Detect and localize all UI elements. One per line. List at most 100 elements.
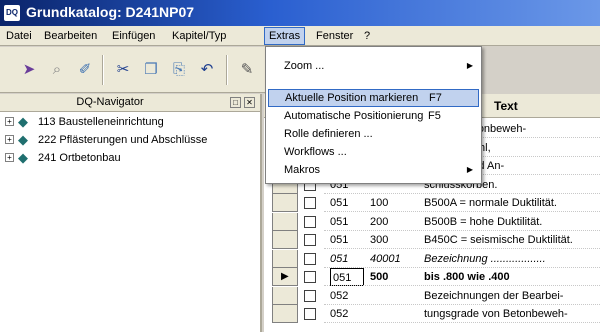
navigator-panel: DQ-Navigator □ ✕ + ◆ 113 Baustelleneinri… bbox=[0, 94, 262, 332]
table-row[interactable]: 051 40001 Bezeichnung .................. bbox=[264, 249, 600, 268]
menu-bearbeiten[interactable]: Bearbeiten bbox=[40, 29, 101, 44]
tree-item-label: 222 Pflästerungen und Abschlüsse bbox=[38, 134, 208, 146]
cell-number[interactable]: 051 bbox=[330, 250, 364, 268]
toolbar: ➤ ⌕ ✐ ✂ ❐ ⎘ ↶ ✎ bbox=[0, 47, 270, 93]
menu-item-rolle-definieren[interactable]: Rolle definieren ... bbox=[268, 125, 479, 143]
table-row[interactable]: 052 Bezeichnungen der Bearbei- bbox=[264, 286, 600, 305]
paste-icon[interactable]: ⎘ bbox=[168, 59, 190, 81]
close-icon[interactable]: ✕ bbox=[244, 97, 255, 108]
copy-icon[interactable]: ❐ bbox=[140, 59, 162, 81]
menu-item-label: Makros bbox=[284, 164, 321, 176]
menu-extras[interactable]: Extras bbox=[264, 27, 306, 45]
row-selector[interactable] bbox=[272, 305, 298, 323]
book-icon: ◆ bbox=[18, 114, 28, 129]
menu-item-label: Zoom ... bbox=[284, 60, 325, 72]
cell-text[interactable]: Bezeichnung .................. bbox=[424, 250, 546, 268]
menu-kapitel-typ[interactable]: Kapitel/Typ bbox=[168, 29, 230, 44]
tree-item[interactable]: + ◆ 241 Ortbetonbau bbox=[0, 150, 260, 166]
row-selector[interactable] bbox=[272, 231, 298, 249]
table-row[interactable]: 051 100 B500A = normale Duktilität. bbox=[264, 194, 600, 212]
extras-menu: Zoom ... ▶ Aktuelle Position markieren F… bbox=[265, 46, 482, 184]
cell-text[interactable]: B500B = hohe Duktilität. bbox=[424, 213, 542, 231]
cell-text[interactable]: tungsgrade von Betonbeweh- bbox=[424, 305, 568, 323]
row-checkbox[interactable] bbox=[304, 234, 316, 246]
row-selector[interactable] bbox=[272, 212, 298, 231]
menu-bar: Datei Bearbeiten Einfügen Kapitel/Typ Ex… bbox=[0, 26, 600, 46]
cell-text[interactable]: B450C = seismische Duktilität. bbox=[424, 231, 573, 249]
cell-number[interactable]: 051 bbox=[330, 194, 364, 212]
menu-datei[interactable]: Datei bbox=[2, 29, 36, 44]
menu-einfuegen[interactable]: Einfügen bbox=[108, 29, 159, 44]
column-header-text[interactable]: Text bbox=[494, 99, 518, 113]
cell-number[interactable]: 052 bbox=[330, 305, 364, 323]
row-checkbox[interactable] bbox=[304, 308, 316, 320]
menu-item-makros[interactable]: Makros ▶ bbox=[268, 161, 479, 179]
cell-text[interactable]: Bezeichnungen der Bearbei- bbox=[424, 287, 563, 305]
menu-item-label: Aktuelle Position markieren bbox=[285, 92, 419, 104]
pin-icon[interactable]: □ bbox=[230, 97, 241, 108]
submenu-arrow-icon: ▶ bbox=[466, 61, 473, 70]
menu-fenster-label: Fenster bbox=[316, 30, 354, 42]
row-selector[interactable] bbox=[272, 194, 298, 212]
edit-icon[interactable]: ✎ bbox=[236, 59, 258, 81]
expand-icon[interactable]: + bbox=[5, 135, 14, 144]
current-row-arrow-icon: ▶ bbox=[281, 271, 289, 282]
cell-number[interactable]: 051 bbox=[330, 213, 364, 231]
row-selector[interactable] bbox=[272, 286, 298, 305]
book-icon: ◆ bbox=[18, 150, 28, 165]
cell-subnumber[interactable]: 200 bbox=[370, 213, 388, 231]
cell-subnumber[interactable]: 40001 bbox=[370, 250, 401, 268]
menu-bearbeiten-label: Bearbeiten bbox=[44, 30, 98, 42]
search-icon[interactable]: ⌕ bbox=[46, 59, 68, 81]
find-replace-icon[interactable]: ✐ bbox=[74, 59, 96, 81]
tree-item-label: 113 Baustelleneinrichtung bbox=[38, 116, 164, 128]
row-selector[interactable]: ▶ bbox=[272, 268, 298, 286]
menu-item-label: Workflows ... bbox=[284, 146, 347, 158]
row-checkbox[interactable] bbox=[304, 271, 316, 283]
tree-item[interactable]: + ◆ 113 Baustelleneinrichtung bbox=[0, 114, 260, 130]
menu-item-zoom[interactable]: Zoom ... ▶ bbox=[268, 57, 479, 75]
menu-kapitel-typ-label: Kapitel/Typ bbox=[172, 30, 227, 42]
cell-subnumber[interactable]: 300 bbox=[370, 231, 388, 249]
row-checkbox[interactable] bbox=[304, 197, 316, 209]
tree-item[interactable]: + ◆ 222 Pflästerungen und Abschlüsse bbox=[0, 132, 260, 148]
book-icon: ◆ bbox=[18, 132, 28, 147]
menu-item-automatische-positionierung[interactable]: Automatische Positionierung F5 bbox=[268, 107, 479, 125]
expand-icon[interactable]: + bbox=[5, 117, 14, 126]
cell-number[interactable]: 051 bbox=[330, 268, 364, 286]
menu-datei-label: Datei bbox=[6, 30, 32, 42]
exit-icon[interactable]: ➤ bbox=[18, 59, 40, 81]
undo-icon[interactable]: ↶ bbox=[196, 59, 218, 81]
table-row[interactable]: 051 200 B500B = hohe Duktilität. bbox=[264, 212, 600, 231]
row-divider bbox=[324, 322, 600, 323]
navigator-header: DQ-Navigator □ ✕ bbox=[0, 94, 260, 112]
cell-subnumber[interactable]: 100 bbox=[370, 194, 388, 212]
row-checkbox[interactable] bbox=[304, 215, 316, 228]
row-checkbox[interactable] bbox=[304, 289, 316, 302]
cell-number[interactable]: 051 bbox=[330, 231, 364, 249]
menu-help[interactable]: ? bbox=[360, 29, 374, 44]
table-row[interactable]: ▶ 051 500 bis .800 wie .400 bbox=[264, 268, 600, 286]
title-bar[interactable]: DQ Grundkatalog: D241NP07 bbox=[0, 0, 600, 26]
cell-subnumber[interactable]: 500 bbox=[370, 268, 388, 286]
expand-icon[interactable]: + bbox=[5, 153, 14, 162]
tree-item-label: 241 Ortbetonbau bbox=[38, 152, 121, 164]
menu-item-label: Rolle definieren ... bbox=[284, 128, 373, 140]
menu-item-shortcut: F7 bbox=[429, 92, 442, 104]
row-selector[interactable] bbox=[272, 249, 298, 268]
cell-text[interactable]: bis .800 wie .400 bbox=[424, 268, 510, 286]
app-logo-icon: DQ bbox=[4, 5, 20, 21]
table-row[interactable]: 052 tungsgrade von Betonbeweh- bbox=[264, 305, 600, 323]
row-checkbox[interactable] bbox=[304, 252, 316, 265]
menu-help-label: ? bbox=[364, 30, 371, 42]
menu-item-shortcut: F5 bbox=[428, 110, 441, 122]
cell-text[interactable]: B500A = normale Duktilität. bbox=[424, 194, 557, 212]
cut-icon[interactable]: ✂ bbox=[112, 59, 134, 81]
window-title: Grundkatalog: D241NP07 bbox=[26, 4, 195, 20]
cell-number[interactable]: 052 bbox=[330, 287, 364, 305]
navigator-title: DQ-Navigator bbox=[76, 96, 144, 108]
menu-fenster[interactable]: Fenster bbox=[312, 29, 357, 44]
table-row[interactable]: 051 300 B450C = seismische Duktilität. bbox=[264, 231, 600, 249]
menu-item-workflows[interactable]: Workflows ... bbox=[268, 143, 479, 161]
menu-item-aktuelle-position[interactable]: Aktuelle Position markieren F7 bbox=[268, 89, 479, 107]
